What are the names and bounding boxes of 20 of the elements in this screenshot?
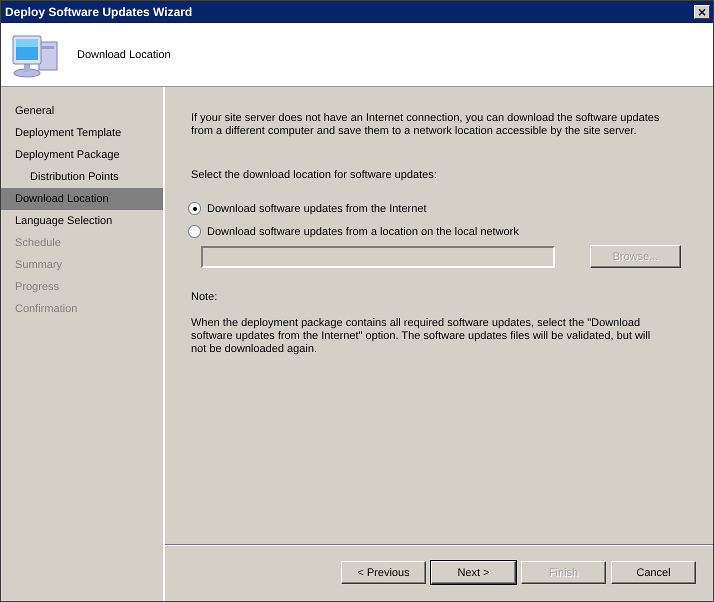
sidebar-item[interactable]: Distribution Points <box>1 166 163 188</box>
radio-button[interactable] <box>188 202 201 215</box>
wizard-button[interactable]: Cancel <box>611 561 696 584</box>
close-button[interactable]: × <box>694 5 710 19</box>
sidebar-item[interactable]: Language Selection <box>1 210 163 232</box>
note-text: When the deployment package contains all required software updates, select the "Download software updates from the Internet" option. The software updates files will be validated, but will not be downloaded again. <box>191 317 652 356</box>
note-label: Note: <box>191 291 218 304</box>
radio-button[interactable] <box>188 225 201 238</box>
intro-text: If your site server does not have an Internet connection, you can download the software updates from a different computer and save them to a network location accessible by the site server. <box>191 112 660 138</box>
window-title: Deploy Software Updates Wizard <box>5 5 192 19</box>
prompt-text: Select the download location for software updates: <box>191 169 438 182</box>
sidebar-item[interactable]: Deployment Template <box>1 122 163 144</box>
wizard-button[interactable]: < Previous <box>341 561 426 584</box>
sidebar-item[interactable]: Deployment Package <box>1 144 163 166</box>
radio-label[interactable]: Download software updates from the Internet <box>207 202 427 214</box>
page-title: Download Location <box>77 48 171 60</box>
wizard-button[interactable]: Next > <box>431 561 516 584</box>
sidebar-item[interactable]: Download Location <box>1 188 163 210</box>
radio-label[interactable]: Download software updates from a location on the local network <box>207 226 519 238</box>
sidebar-item[interactable]: General <box>1 100 163 122</box>
